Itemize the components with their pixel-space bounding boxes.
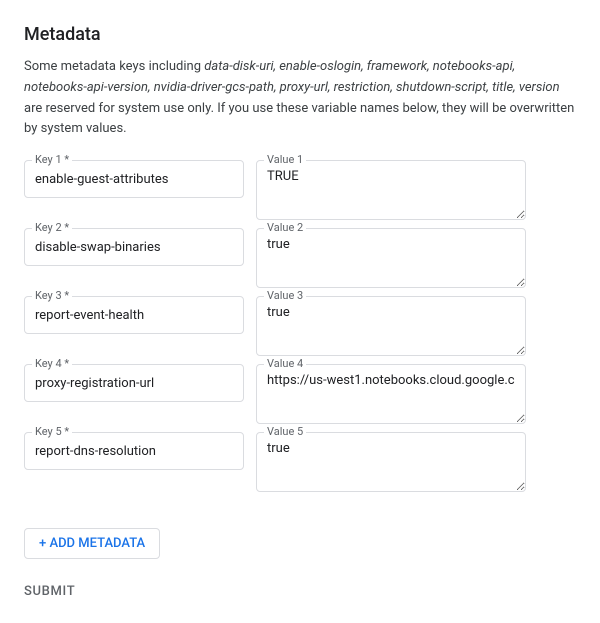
key-group-2: Key 2 * [24,228,244,266]
value-input-2[interactable] [256,228,526,288]
value-input-4[interactable] [256,364,526,424]
submit-button[interactable]: SUBMIT [24,584,75,599]
key-label-1: Key 1 * [32,153,72,166]
value-label-3: Value 3 [264,289,306,302]
value-group-1: Value 1 [256,160,526,220]
metadata-row: Key 2 * Value 2 [24,228,576,288]
value-input-5[interactable] [256,432,526,492]
key-group-5: Key 5 * [24,432,244,470]
key-group-4: Key 4 * [24,364,244,402]
key-label-4: Key 4 * [32,357,72,370]
value-label-1: Value 1 [264,153,306,166]
value-group-2: Value 2 [256,228,526,288]
description-text: Some metadata keys including data-disk-u… [24,57,576,140]
key-group-3: Key 3 * [24,296,244,334]
value-label-2: Value 2 [264,221,306,234]
value-group-5: Value 5 [256,432,526,492]
metadata-row: Key 3 * Value 3 [24,296,576,356]
value-label-4: Value 4 [264,357,306,370]
key-group-1: Key 1 * [24,160,244,198]
key-label-5: Key 5 * [32,425,72,438]
metadata-row: Key 4 * Value 4 [24,364,576,424]
value-input-1[interactable] [256,160,526,220]
value-group-4: Value 4 [256,364,526,424]
add-metadata-button[interactable]: + ADD METADATA [24,528,160,559]
value-label-5: Value 5 [264,425,306,438]
key-label-2: Key 2 * [32,221,72,234]
metadata-rows: Key 1 * Value 1 Key 2 * Value 2 Key 3 * Value… [24,160,576,492]
value-group-3: Value 3 [256,296,526,356]
metadata-row: Key 1 * Value 1 [24,160,576,220]
section-title: Metadata [24,24,576,45]
metadata-row: Key 5 * Value 5 [24,432,576,492]
key-label-3: Key 3 * [32,289,72,302]
value-input-3[interactable] [256,296,526,356]
